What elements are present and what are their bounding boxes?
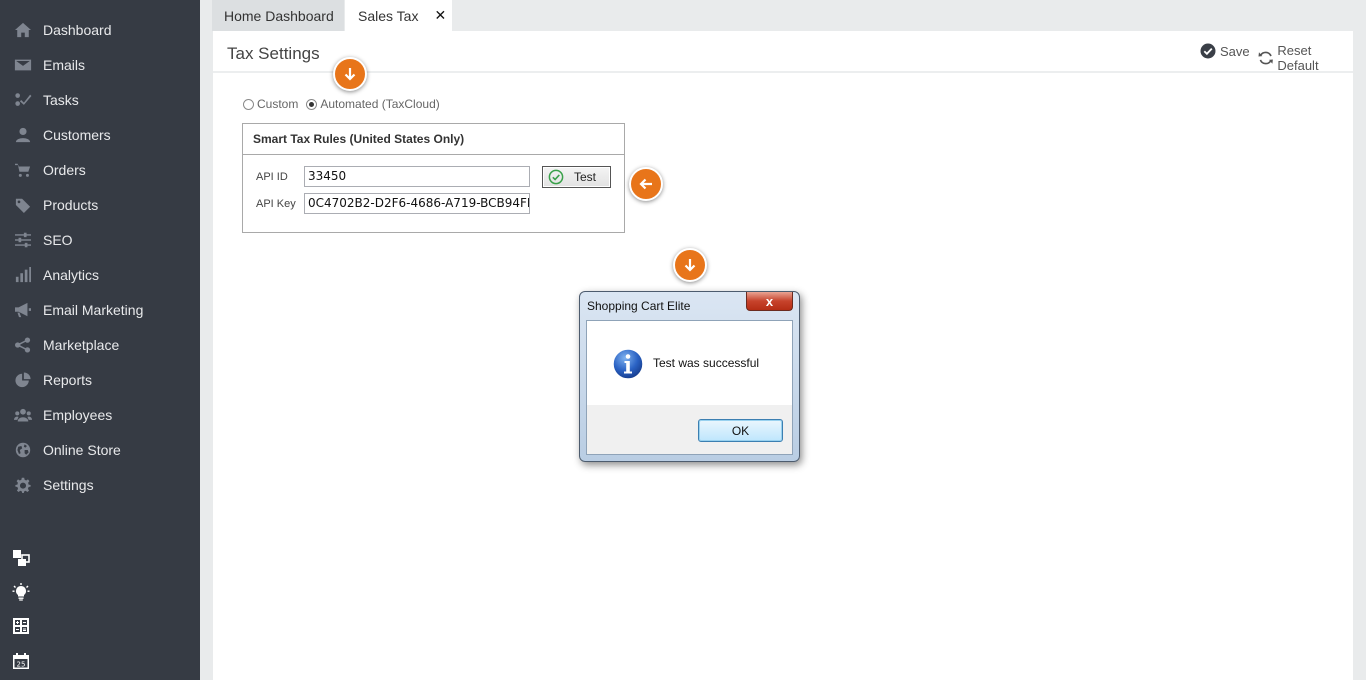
sidebar-item-dashboard[interactable]: Dashboard	[0, 12, 200, 47]
sidebar-item-label: Customers	[43, 126, 111, 143]
test-button-label: Test	[574, 170, 597, 184]
sidebar-item-label: Reports	[43, 371, 93, 388]
api-id-label: API ID	[256, 171, 288, 183]
info-icon	[612, 348, 644, 380]
rules-box-title: Smart Tax Rules (United States Only)	[243, 124, 624, 155]
sidebar-item-seo[interactable]: SEO	[0, 222, 200, 257]
dialog-content: Test was successful	[587, 321, 792, 405]
sidebar-item-label: Email Marketing	[43, 301, 144, 318]
reset-default-button[interactable]: Reset Default	[1258, 43, 1353, 73]
automated-radio[interactable]	[306, 98, 318, 110]
user-icon	[12, 126, 34, 144]
tab-sales-tax[interactable]: Sales Tax ✕	[345, 0, 452, 31]
sidebar: Dashboard Emails Tasks Customers Orders …	[0, 0, 200, 680]
calendar-day: 25	[17, 660, 26, 668]
arrow-down-callout-icon	[333, 57, 367, 91]
bar-chart-icon	[12, 266, 34, 284]
sidebar-item-online-store[interactable]: Online Store	[0, 432, 200, 467]
tab-home-dashboard[interactable]: Home Dashboard	[212, 0, 344, 31]
panel-header: Tax Settings Save Reset Default	[213, 31, 1353, 73]
sidebar-item-label: Marketplace	[43, 336, 120, 353]
tasks-icon	[12, 91, 34, 109]
arrow-down-callout-icon	[673, 248, 707, 282]
arrow-left-callout-icon	[629, 167, 663, 201]
sidebar-item-reports[interactable]: Reports	[0, 362, 200, 397]
cart-icon	[12, 161, 34, 179]
tag-icon	[12, 196, 34, 214]
sliders-icon	[12, 231, 34, 249]
sidebar-item-marketplace[interactable]: Marketplace	[0, 327, 200, 362]
sidebar-item-emails[interactable]: Emails	[0, 47, 200, 82]
dialog-body: Test was successful OK	[586, 320, 793, 455]
check-circle-icon	[548, 169, 564, 185]
sidebar-item-label: Orders	[43, 161, 86, 178]
sidebar-item-label: SEO	[43, 231, 73, 248]
globe-icon	[12, 441, 34, 459]
automated-radio-label[interactable]: Automated (TaxCloud)	[320, 97, 439, 111]
sidebar-item-label: Tasks	[43, 91, 79, 108]
sidebar-item-customers[interactable]: Customers	[0, 117, 200, 152]
dialog-title: Shopping Cart Elite	[587, 299, 691, 313]
calendar-icon[interactable]: 25	[11, 651, 31, 671]
api-id-field[interactable]: 33450	[304, 166, 530, 187]
sidebar-item-email-marketing[interactable]: Email Marketing	[0, 292, 200, 327]
dialog-message: Test was successful	[653, 356, 760, 370]
check-circle-icon	[1200, 43, 1216, 59]
calculator-icon[interactable]	[11, 616, 31, 636]
reset-label: Reset Default	[1277, 43, 1319, 73]
pie-chart-icon	[12, 371, 34, 389]
sidebar-item-label: Analytics	[43, 266, 100, 283]
sidebar-item-settings[interactable]: Settings	[0, 467, 200, 502]
tab-label: Sales Tax	[358, 7, 419, 24]
sidebar-item-label: Dashboard	[43, 21, 112, 38]
sidebar-item-label: Employees	[43, 406, 113, 423]
sidebar-item-label: Online Store	[43, 441, 121, 458]
tab-label: Home Dashboard	[224, 7, 334, 24]
custom-radio[interactable]	[243, 98, 254, 110]
test-button[interactable]: Test	[542, 166, 611, 188]
tax-mode-radio-group: Custom Automated (TaxCloud)	[243, 97, 448, 111]
dialog-close-button[interactable]: x	[746, 292, 793, 311]
lightbulb-icon[interactable]	[11, 582, 31, 602]
refresh-icon	[1258, 51, 1273, 65]
windows-icon[interactable]	[11, 548, 31, 568]
save-label: Save	[1220, 43, 1250, 59]
api-key-field[interactable]: 0C4702B2-D2F6-4686-A719-BCB94FEA	[304, 193, 530, 214]
envelope-icon	[12, 56, 34, 74]
sidebar-item-label: Settings	[43, 476, 94, 493]
close-icon[interactable]: ✕	[434, 7, 446, 24]
smart-tax-rules-box: Smart Tax Rules (United States Only) API…	[242, 123, 625, 233]
group-icon	[12, 406, 34, 424]
sidebar-item-employees[interactable]: Employees	[0, 397, 200, 432]
custom-radio-label[interactable]: Custom	[257, 97, 298, 111]
sidebar-item-tasks[interactable]: Tasks	[0, 82, 200, 117]
api-key-label: API Key	[256, 198, 296, 210]
save-button[interactable]: Save	[1200, 43, 1250, 59]
sidebar-item-products[interactable]: Products	[0, 187, 200, 222]
gear-icon	[12, 476, 34, 494]
sidebar-item-analytics[interactable]: Analytics	[0, 257, 200, 292]
page-title: Tax Settings	[227, 44, 320, 63]
megaphone-icon	[12, 301, 34, 319]
home-icon	[12, 21, 34, 39]
sidebar-item-label: Products	[43, 196, 99, 213]
sidebar-item-label: Emails	[43, 56, 86, 73]
sidebar-item-orders[interactable]: Orders	[0, 152, 200, 187]
message-dialog: Shopping Cart Elite x Test was successfu…	[579, 291, 800, 462]
share-icon	[12, 336, 34, 354]
ok-button[interactable]: OK	[698, 419, 783, 442]
